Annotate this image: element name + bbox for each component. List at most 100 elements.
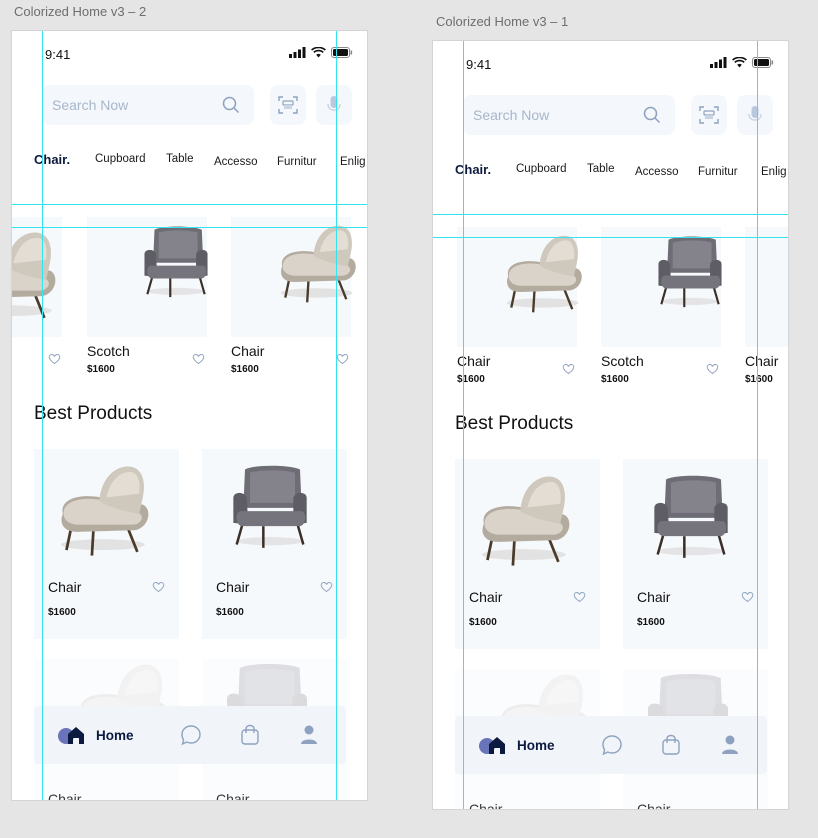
status-bar: 9:41 — [12, 31, 367, 71]
mic-button[interactable] — [316, 85, 352, 125]
tab-cupboard[interactable]: Cupboard — [95, 153, 146, 165]
best-product-card[interactable]: Chair $1600 — [455, 459, 600, 649]
status-time: 9:41 — [45, 47, 71, 62]
tab-chair[interactable]: Chair. — [34, 152, 70, 167]
nav-home[interactable]: Home — [58, 706, 134, 764]
heart-icon[interactable] — [48, 353, 61, 365]
product-image — [133, 217, 219, 307]
section-title: Best Products — [34, 403, 153, 424]
wifi-icon — [732, 57, 747, 68]
tab-table[interactable]: Table — [587, 163, 615, 175]
top-product-card[interactable] — [87, 217, 207, 337]
product-price: $1600 — [745, 374, 773, 385]
user-icon — [722, 735, 738, 754]
product-price: $1600 — [231, 364, 259, 375]
product-name: Scotch — [87, 343, 130, 359]
tab-table[interactable]: Table — [166, 153, 194, 165]
wifi-icon — [311, 47, 326, 58]
product-name: Chair — [469, 801, 503, 810]
heart-icon[interactable] — [320, 581, 333, 593]
tab-enlighten[interactable]: Enlig — [761, 166, 787, 178]
mic-button[interactable] — [737, 95, 773, 135]
bag-icon — [241, 724, 259, 745]
top-product-card[interactable] — [457, 227, 577, 347]
battery-icon — [331, 47, 353, 58]
product-name: Chair — [216, 579, 250, 595]
product-image — [775, 231, 789, 317]
bottom-nav: Home — [34, 706, 346, 764]
search-input[interactable]: Search Now — [463, 95, 675, 135]
layout-guide — [433, 214, 788, 215]
scan-button[interactable] — [270, 85, 306, 125]
nav-chat[interactable] — [601, 716, 623, 774]
product-name: Chair — [231, 343, 265, 359]
tab-chair[interactable]: Chair. — [455, 162, 491, 177]
chat-icon — [602, 735, 622, 756]
tab-accessories[interactable]: Accesso — [635, 166, 678, 178]
product-price: $1600 — [216, 607, 244, 618]
product-image — [647, 227, 733, 317]
section-title: Best Products — [455, 413, 574, 434]
product-name: Chair — [48, 791, 82, 801]
artboard-home-v3-2: 9:41 Search Now Chair. Cupboard Table Ac… — [11, 30, 368, 801]
nav-bag[interactable] — [240, 706, 260, 764]
product-name: Chair — [216, 791, 250, 801]
product-image — [267, 221, 363, 307]
top-product-card[interactable] — [231, 217, 351, 337]
layout-guide — [12, 204, 367, 205]
home-icon — [479, 737, 505, 754]
heart-icon[interactable] — [152, 581, 165, 593]
tab-furniture[interactable]: Furnitur — [698, 166, 738, 178]
tab-accessories[interactable]: Accesso — [214, 156, 257, 168]
product-name: Chair — [469, 589, 503, 605]
bag-icon — [662, 734, 680, 755]
tab-furniture[interactable]: Furnitur — [277, 156, 317, 168]
search-placeholder: Search Now — [52, 97, 129, 113]
chat-icon — [181, 725, 201, 746]
top-product-card[interactable] — [601, 227, 721, 347]
best-product-card[interactable]: Chair $1600 — [202, 449, 347, 639]
artboard-label: Colorized Home v3 – 1 — [436, 14, 569, 29]
layout-guide — [12, 227, 367, 228]
tab-enlighten[interactable]: Enlig — [340, 156, 366, 168]
nav-profile[interactable] — [300, 706, 318, 764]
top-product-card[interactable] — [745, 227, 789, 347]
search-icon[interactable] — [643, 106, 661, 124]
heart-icon[interactable] — [562, 363, 575, 375]
product-price: $1600 — [601, 374, 629, 385]
layout-guide — [463, 41, 464, 809]
heart-icon[interactable] — [573, 591, 586, 603]
product-price: $1600 — [48, 607, 76, 618]
product-name: Chair — [637, 589, 671, 605]
heart-icon[interactable] — [706, 363, 719, 375]
top-product-card[interactable] — [12, 217, 62, 337]
heart-icon[interactable] — [741, 591, 754, 603]
product-image — [493, 231, 589, 317]
layout-guide — [757, 41, 758, 809]
nav-home[interactable]: Home — [479, 716, 555, 774]
status-bar: 9:41 — [433, 41, 788, 81]
product-image — [11, 227, 64, 327]
artboard-label: Colorized Home v3 – 2 — [14, 4, 147, 19]
layout-guide — [336, 31, 337, 800]
tab-cupboard[interactable]: Cupboard — [516, 163, 567, 175]
product-price: $1600 — [457, 374, 485, 385]
heart-icon[interactable] — [336, 353, 349, 365]
search-icon[interactable] — [222, 96, 240, 114]
heart-icon[interactable] — [192, 353, 205, 365]
product-name: Chair — [48, 579, 82, 595]
signal-icon — [289, 47, 306, 58]
nav-profile[interactable] — [721, 716, 739, 774]
best-product-card[interactable]: Chair $1600 — [623, 459, 768, 649]
status-time: 9:41 — [466, 57, 492, 72]
product-price: $1600 — [87, 364, 115, 375]
best-product-card[interactable]: Chair $1600 — [34, 449, 179, 639]
nav-bag[interactable] — [661, 716, 681, 774]
nav-chat[interactable] — [180, 706, 202, 764]
scan-button[interactable] — [691, 95, 727, 135]
layout-guide — [433, 237, 788, 238]
search-placeholder: Search Now — [473, 107, 550, 123]
user-icon — [301, 725, 317, 744]
search-input[interactable]: Search Now — [42, 85, 254, 125]
product-price: $1600 — [469, 617, 497, 628]
